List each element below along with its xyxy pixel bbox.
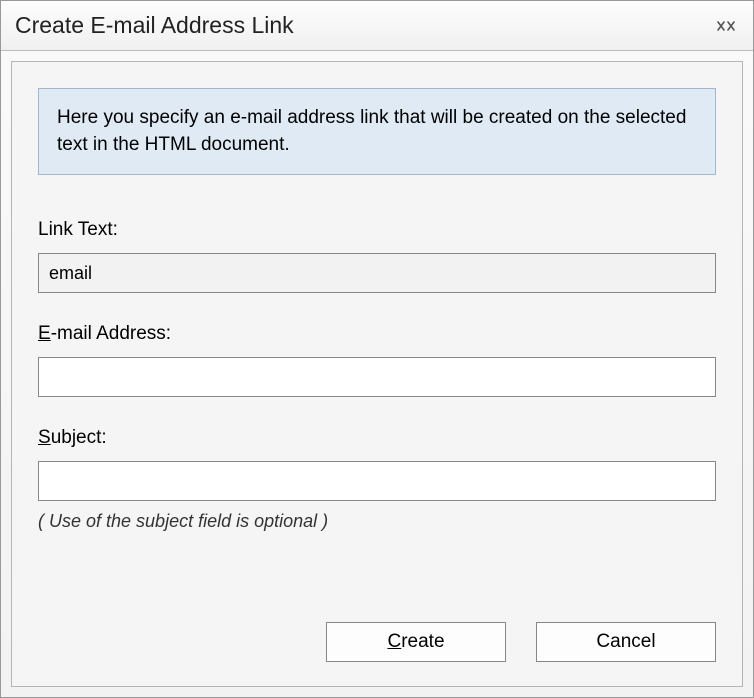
subject-block: Subject: ( Use of the subject field is o… (38, 427, 716, 532)
link-text-input[interactable] (38, 253, 716, 293)
cancel-button[interactable]: Cancel (536, 622, 716, 662)
close-icon (716, 20, 736, 32)
inner-panel: Here you specify an e-mail address link … (11, 61, 743, 687)
subject-label: Subject: (38, 427, 716, 449)
button-row: Create Cancel (38, 612, 716, 666)
close-button[interactable] (713, 17, 739, 35)
subject-input[interactable] (38, 461, 716, 501)
email-input[interactable] (38, 357, 716, 397)
info-box: Here you specify an e-mail address link … (38, 88, 716, 175)
content-area: Here you specify an e-mail address link … (1, 51, 753, 697)
subject-hint: ( Use of the subject field is optional ) (38, 511, 716, 532)
titlebar: Create E-mail Address Link (1, 1, 753, 51)
link-text-block: Link Text: (38, 219, 716, 293)
email-label: E-mail Address: (38, 323, 716, 345)
email-block: E-mail Address: (38, 323, 716, 397)
dialog-title: Create E-mail Address Link (15, 12, 294, 39)
link-text-label: Link Text: (38, 219, 716, 241)
create-button[interactable]: Create (326, 622, 506, 662)
spacer (38, 538, 716, 612)
info-text: Here you specify an e-mail address link … (57, 107, 686, 155)
dialog: Create E-mail Address Link Here you spec… (0, 0, 754, 698)
